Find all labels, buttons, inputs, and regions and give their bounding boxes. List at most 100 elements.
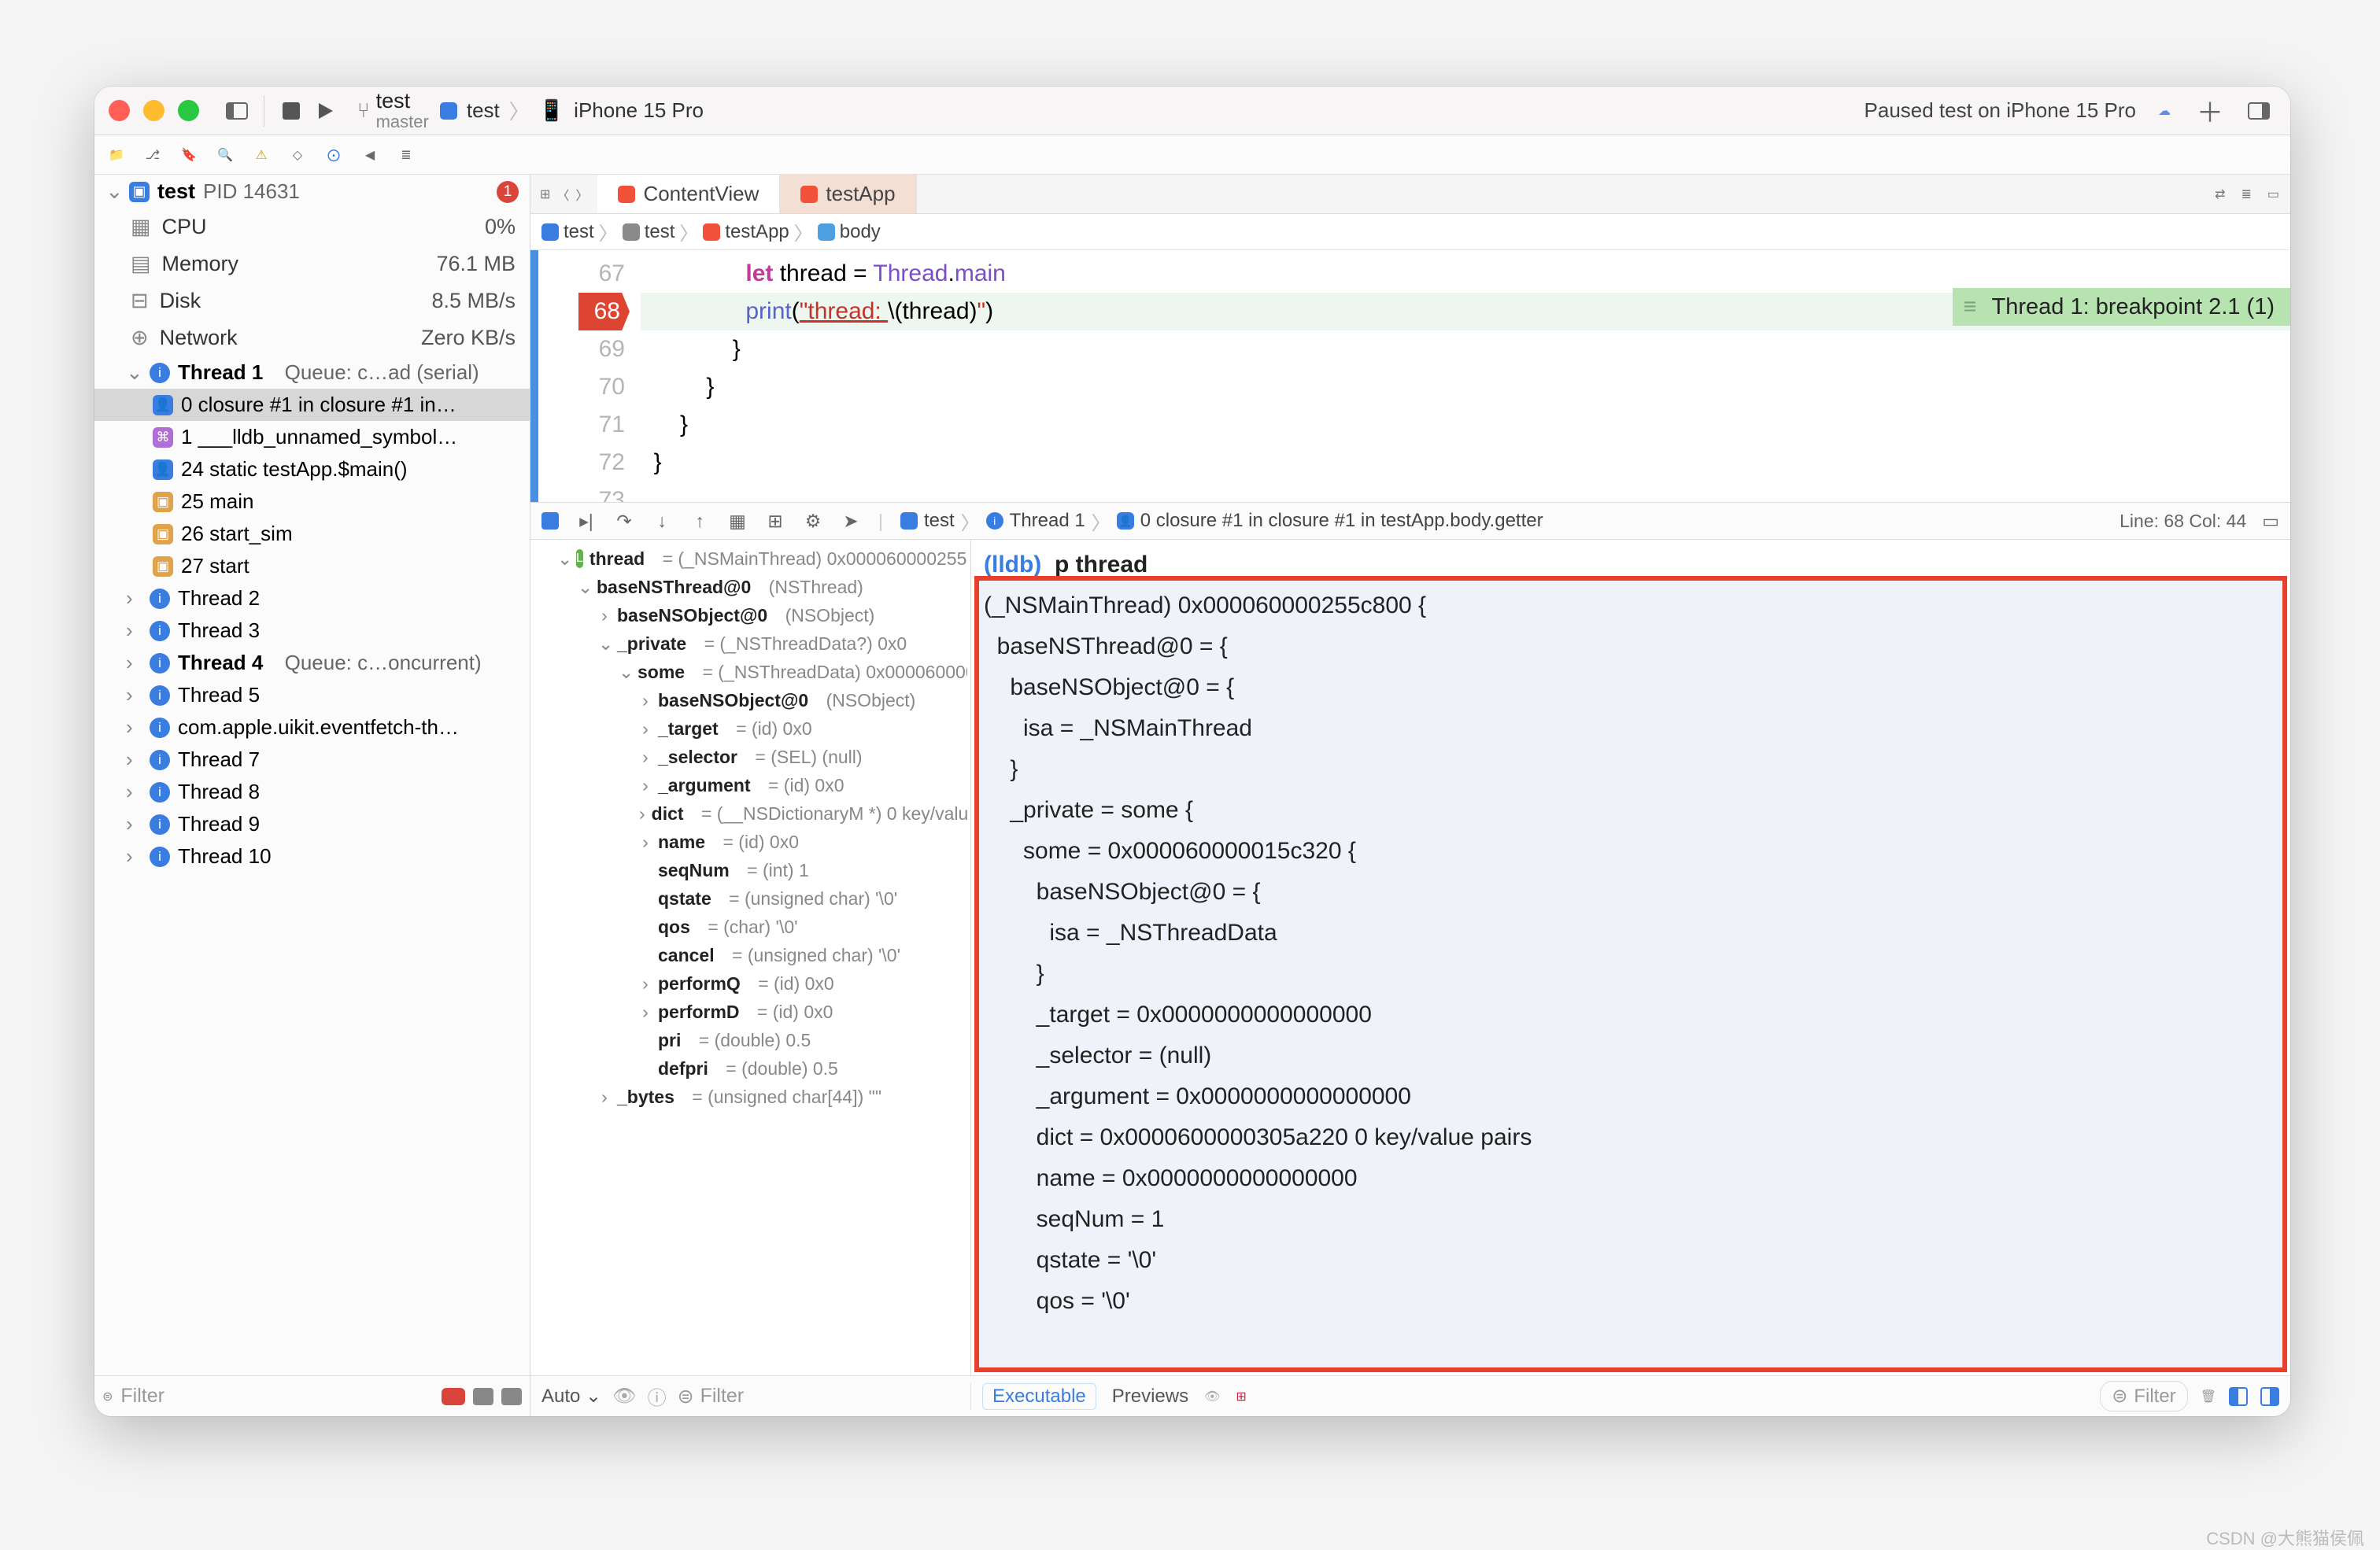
toggle-left-panel-button[interactable]: [220, 94, 254, 128]
minimap-icon[interactable]: ≣: [2241, 186, 2251, 202]
activity-area: test 〉 📱 iPhone 15 Pro Paused test on iP…: [429, 93, 2171, 128]
back-button[interactable]: 〈: [556, 185, 569, 204]
tab-testapp[interactable]: testApp: [780, 175, 916, 213]
thread-row[interactable]: ›icom.apple.uikit.eventfetch-th…: [94, 711, 530, 744]
variables-scope-selector[interactable]: Auto ⌄: [541, 1385, 601, 1408]
swift-icon: [618, 186, 635, 203]
disk-gauge[interactable]: ⊟Disk8.5 MB/s: [94, 282, 530, 319]
previews-scope-button[interactable]: Previews: [1112, 1386, 1188, 1408]
stack-frame-row[interactable]: ⌘1 ___lldb_unnamed_symbol…: [94, 421, 530, 453]
jump-bar[interactable]: test〉 test〉 testApp〉 body: [530, 214, 2290, 250]
cpu-gauge[interactable]: ▦CPU0%: [94, 209, 530, 245]
app-icon: ▣: [129, 182, 150, 202]
thread-row[interactable]: ›iThread 3: [94, 614, 530, 647]
toggle-debug-area-button[interactable]: ▭: [2262, 511, 2279, 532]
eye-icon[interactable]: 👁: [612, 1385, 636, 1408]
related-items-icon[interactable]: ⊞: [540, 186, 550, 202]
thread-row[interactable]: ›iThread 2: [94, 582, 530, 614]
xcode-window: ⑂ test master test 〉 📱 iPhone 15 Pro Pau…: [94, 87, 2290, 1416]
stop-button[interactable]: [274, 94, 309, 128]
crashed-filter-icon[interactable]: [442, 1388, 465, 1405]
stack-frame-row[interactable]: ▣27 start: [94, 550, 530, 582]
zoom-window-button[interactable]: [178, 100, 199, 121]
network-gauge[interactable]: ⊕NetworkZero KB/s: [94, 319, 530, 356]
filter-button-2[interactable]: [501, 1388, 522, 1405]
info-icon[interactable]: ⓘ: [648, 1382, 667, 1410]
variables-filter-input[interactable]: ⊜ Filter: [678, 1385, 959, 1408]
eye-icon[interactable]: 👁: [1204, 1389, 1220, 1404]
add-tab-button[interactable]: ＋: [2193, 94, 2227, 128]
filter-icon[interactable]: ⊜: [102, 1389, 113, 1404]
metadata-icon[interactable]: ⊞: [1236, 1389, 1246, 1404]
thread-row[interactable]: ›iThread 10: [94, 840, 530, 873]
thread-row[interactable]: ›iThread 4 Queue: c…oncurrent): [94, 647, 530, 679]
simulate-location-button[interactable]: ➤: [841, 511, 861, 532]
folder-icon: [623, 223, 640, 241]
step-out-button[interactable]: ↑: [689, 511, 710, 532]
console-filter-input[interactable]: ⊜ Filter: [2100, 1381, 2187, 1412]
thread-row[interactable]: ›iThread 7: [94, 744, 530, 776]
toggle-right-panel-button[interactable]: [2241, 94, 2276, 128]
stack-frame-row[interactable]: ▣26 start_sim: [94, 518, 530, 550]
report-navigator-icon[interactable]: ≣: [392, 141, 420, 169]
filter-button-1[interactable]: [473, 1388, 493, 1405]
debug-memory-button[interactable]: ⊞: [765, 511, 785, 532]
trash-icon[interactable]: 🗑: [2201, 1389, 2216, 1404]
main-body: ⌄ ▣ test PID 14631 1 ▦CPU0% ▤Memory76.1 …: [94, 175, 2290, 1416]
executable-scope-button[interactable]: Executable: [982, 1383, 1096, 1410]
continue-button[interactable]: ▸|: [576, 511, 597, 532]
issue-navigator-icon[interactable]: ⚠︎: [247, 141, 275, 169]
breakpoints-toggle[interactable]: [541, 512, 559, 530]
stack-frame-row[interactable]: 👤24 static testApp.$main(): [94, 453, 530, 485]
find-navigator-icon[interactable]: 🔍: [211, 141, 239, 169]
branch-name: master: [376, 112, 429, 132]
project-navigator-icon[interactable]: 📁: [102, 141, 131, 169]
adjust-editor-icon[interactable]: ▭: [2267, 186, 2279, 202]
breakpoint-marker[interactable]: 68: [578, 293, 630, 330]
run-destination[interactable]: test 〉 📱 iPhone 15 Pro: [429, 93, 715, 128]
breakpoint-banner[interactable]: Thread 1: breakpoint 2.1 (1): [1953, 288, 2290, 326]
tab-contentview[interactable]: ContentView: [597, 175, 780, 213]
console-view[interactable]: (lldb) p thread (_NSMainThread) 0x000060…: [971, 540, 2290, 1375]
navigator-filter-input[interactable]: Filter: [120, 1385, 434, 1408]
tab-bar: ⊞ 〈 〉 ContentView testApp ⇄ ≣ ▭: [530, 175, 2290, 214]
run-button[interactable]: [309, 94, 343, 128]
review-icon[interactable]: ⇄: [2215, 186, 2225, 202]
debug-jump-bar[interactable]: test〉 iThread 1〉 👤0 closure #1 in closur…: [900, 507, 1543, 535]
debug-navigator-icon[interactable]: ⨀: [320, 141, 348, 169]
test-navigator-icon[interactable]: ◇: [283, 141, 312, 169]
stack-frame-row[interactable]: ▣25 main: [94, 485, 530, 518]
bookmark-navigator-icon[interactable]: 🔖: [175, 141, 203, 169]
project-icon: [541, 223, 559, 241]
source-control-navigator-icon[interactable]: ⎇: [139, 141, 167, 169]
swift-icon: [800, 186, 818, 203]
thread-row[interactable]: ⌄iThread 1 Queue: c…ad (serial): [94, 356, 530, 389]
process-row[interactable]: ⌄ ▣ test PID 14631 1: [94, 175, 530, 209]
environment-overrides-button[interactable]: ⚙: [803, 511, 823, 532]
show-variables-button[interactable]: [2229, 1387, 2248, 1406]
close-window-button[interactable]: [109, 100, 130, 121]
window-controls: [109, 100, 199, 121]
branch-icon: ⑂: [357, 98, 370, 123]
debug-view-hierarchy-button[interactable]: ▦: [727, 511, 748, 532]
forward-button[interactable]: 〉: [575, 185, 588, 204]
device-icon: 📱: [539, 98, 564, 123]
stack-frame-row[interactable]: 👤0 closure #1 in closure #1 in…: [94, 389, 530, 421]
step-into-button[interactable]: ↓: [652, 511, 672, 532]
memory-gauge[interactable]: ▤Memory76.1 MB: [94, 245, 530, 282]
variables-view[interactable]: ⌄Lthread = (_NSMainThread) 0x00006000025…: [530, 540, 971, 1375]
source-editor[interactable]: 67 68 69 70 71 72 73 let thread = Thread…: [530, 250, 2290, 502]
property-icon: [818, 223, 835, 241]
swift-icon: [703, 223, 720, 241]
minimize-window-button[interactable]: [143, 100, 164, 121]
breakpoint-navigator-icon[interactable]: ◀: [356, 141, 384, 169]
local-variable-icon: L: [576, 549, 583, 568]
show-console-button[interactable]: [2260, 1387, 2279, 1406]
debug-navigator: ⌄ ▣ test PID 14631 1 ▦CPU0% ▤Memory76.1 …: [94, 175, 530, 1416]
thread-list: ⌄iThread 1 Queue: c…ad (serial) 👤0 closu…: [94, 356, 530, 1375]
thread-row[interactable]: ›iThread 5: [94, 679, 530, 711]
step-over-button[interactable]: ↷: [614, 511, 634, 532]
thread-row[interactable]: ›iThread 8: [94, 776, 530, 808]
thread-row[interactable]: ›iThread 9: [94, 808, 530, 840]
scheme-selector[interactable]: ⑂ test master: [357, 89, 429, 132]
